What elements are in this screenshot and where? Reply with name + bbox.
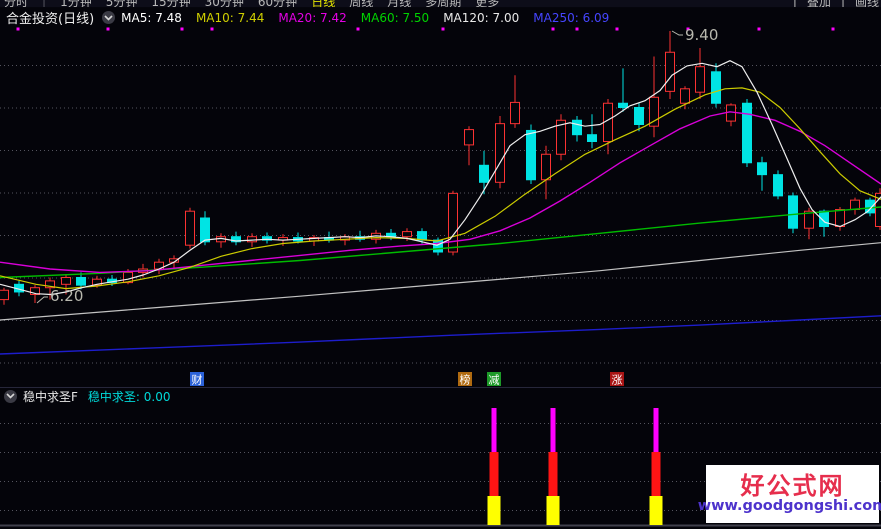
candle-up <box>541 153 551 181</box>
candle-down <box>711 71 721 104</box>
event-marker-text: 榜 <box>460 373 471 387</box>
indicator-bar-segment <box>550 408 556 452</box>
signal-dot <box>106 27 110 31</box>
ma-line-ma250 <box>0 315 881 355</box>
ma-line-ma5 <box>0 60 881 296</box>
indicator-bar-segment <box>487 496 501 525</box>
candle-up <box>495 123 505 183</box>
watermark: 好公式网 www.goodgongshi.com <box>698 465 881 523</box>
candle-up <box>247 236 257 243</box>
indicator-bar-segment <box>489 452 499 496</box>
indicator-bar-segment <box>653 408 659 452</box>
signal-dot <box>575 27 579 31</box>
candle-up <box>680 88 690 104</box>
indicator-bar-segment <box>491 408 497 452</box>
candle-up <box>850 199 860 210</box>
indicator-value: 稳中求圣: 0.00 <box>87 389 171 404</box>
candle-down <box>618 102 628 108</box>
stock-chart-window: 分时 | 1分钟 5分钟 15分钟 30分钟 60分钟 日线 周线 月线 多周期 更多 | 叠加 | 画线 … <box>0 0 881 529</box>
signal-dot <box>356 27 360 31</box>
candle-up <box>464 129 474 146</box>
event-marker-text: 涨 <box>612 374 623 387</box>
indicator-bar-segment <box>548 452 558 496</box>
collapse-indicator-button[interactable] <box>4 389 17 403</box>
candle-down <box>587 134 597 142</box>
candle-up <box>695 66 705 93</box>
price-annotation: 9.40 <box>685 26 718 44</box>
candle-down <box>479 164 489 183</box>
candle-up <box>185 210 195 246</box>
signal-dot <box>757 27 761 31</box>
candle-down <box>433 239 443 253</box>
signal-dot <box>16 27 20 31</box>
candle-down <box>865 199 875 214</box>
candle-up <box>665 51 675 92</box>
candle-down <box>757 162 767 176</box>
candle-down <box>773 174 783 197</box>
chart-canvas[interactable]: 9.40 6.20 财 榜 减 涨 <box>0 0 881 529</box>
indicator-bar-segment <box>649 496 663 525</box>
candle-down <box>200 217 210 243</box>
candle-down <box>572 119 582 136</box>
event-marker-text: 减 <box>489 374 500 387</box>
candle-down <box>634 107 644 125</box>
candle-down <box>788 195 798 229</box>
indicator-panel-header: 稳中求圣F 稳中求圣: 0.00 <box>0 387 881 404</box>
signal-dot <box>180 27 184 31</box>
candle-up <box>402 231 412 238</box>
indicator-bar-segment <box>651 452 661 496</box>
annotation-arrow <box>671 30 683 36</box>
signal-dot <box>615 27 619 31</box>
chevron-down-icon <box>6 393 15 399</box>
price-annotation: 6.20 <box>50 287 83 305</box>
watermark-site-url: www.goodgongshi.com <box>697 497 881 514</box>
candle-down <box>76 277 86 286</box>
candle-up <box>0 289 9 301</box>
candle-up <box>835 209 845 227</box>
signal-dot <box>210 27 214 31</box>
watermark-site-name: 好公式网 <box>740 471 845 500</box>
signal-dot <box>551 27 555 31</box>
candle-up <box>510 101 520 125</box>
candle-up <box>448 192 458 253</box>
candle-up <box>61 277 71 285</box>
indicator-bar-segment <box>546 496 560 525</box>
candle-down <box>526 129 536 181</box>
indicator-name: 稳中求圣F <box>23 389 78 404</box>
candle-up <box>649 96 659 127</box>
candle-down <box>742 102 752 164</box>
signal-dot <box>441 27 445 31</box>
annotation-arrow <box>36 296 48 304</box>
candle-up <box>726 104 736 122</box>
event-marker-text: 财 <box>192 373 203 387</box>
signal-dot <box>831 27 835 31</box>
